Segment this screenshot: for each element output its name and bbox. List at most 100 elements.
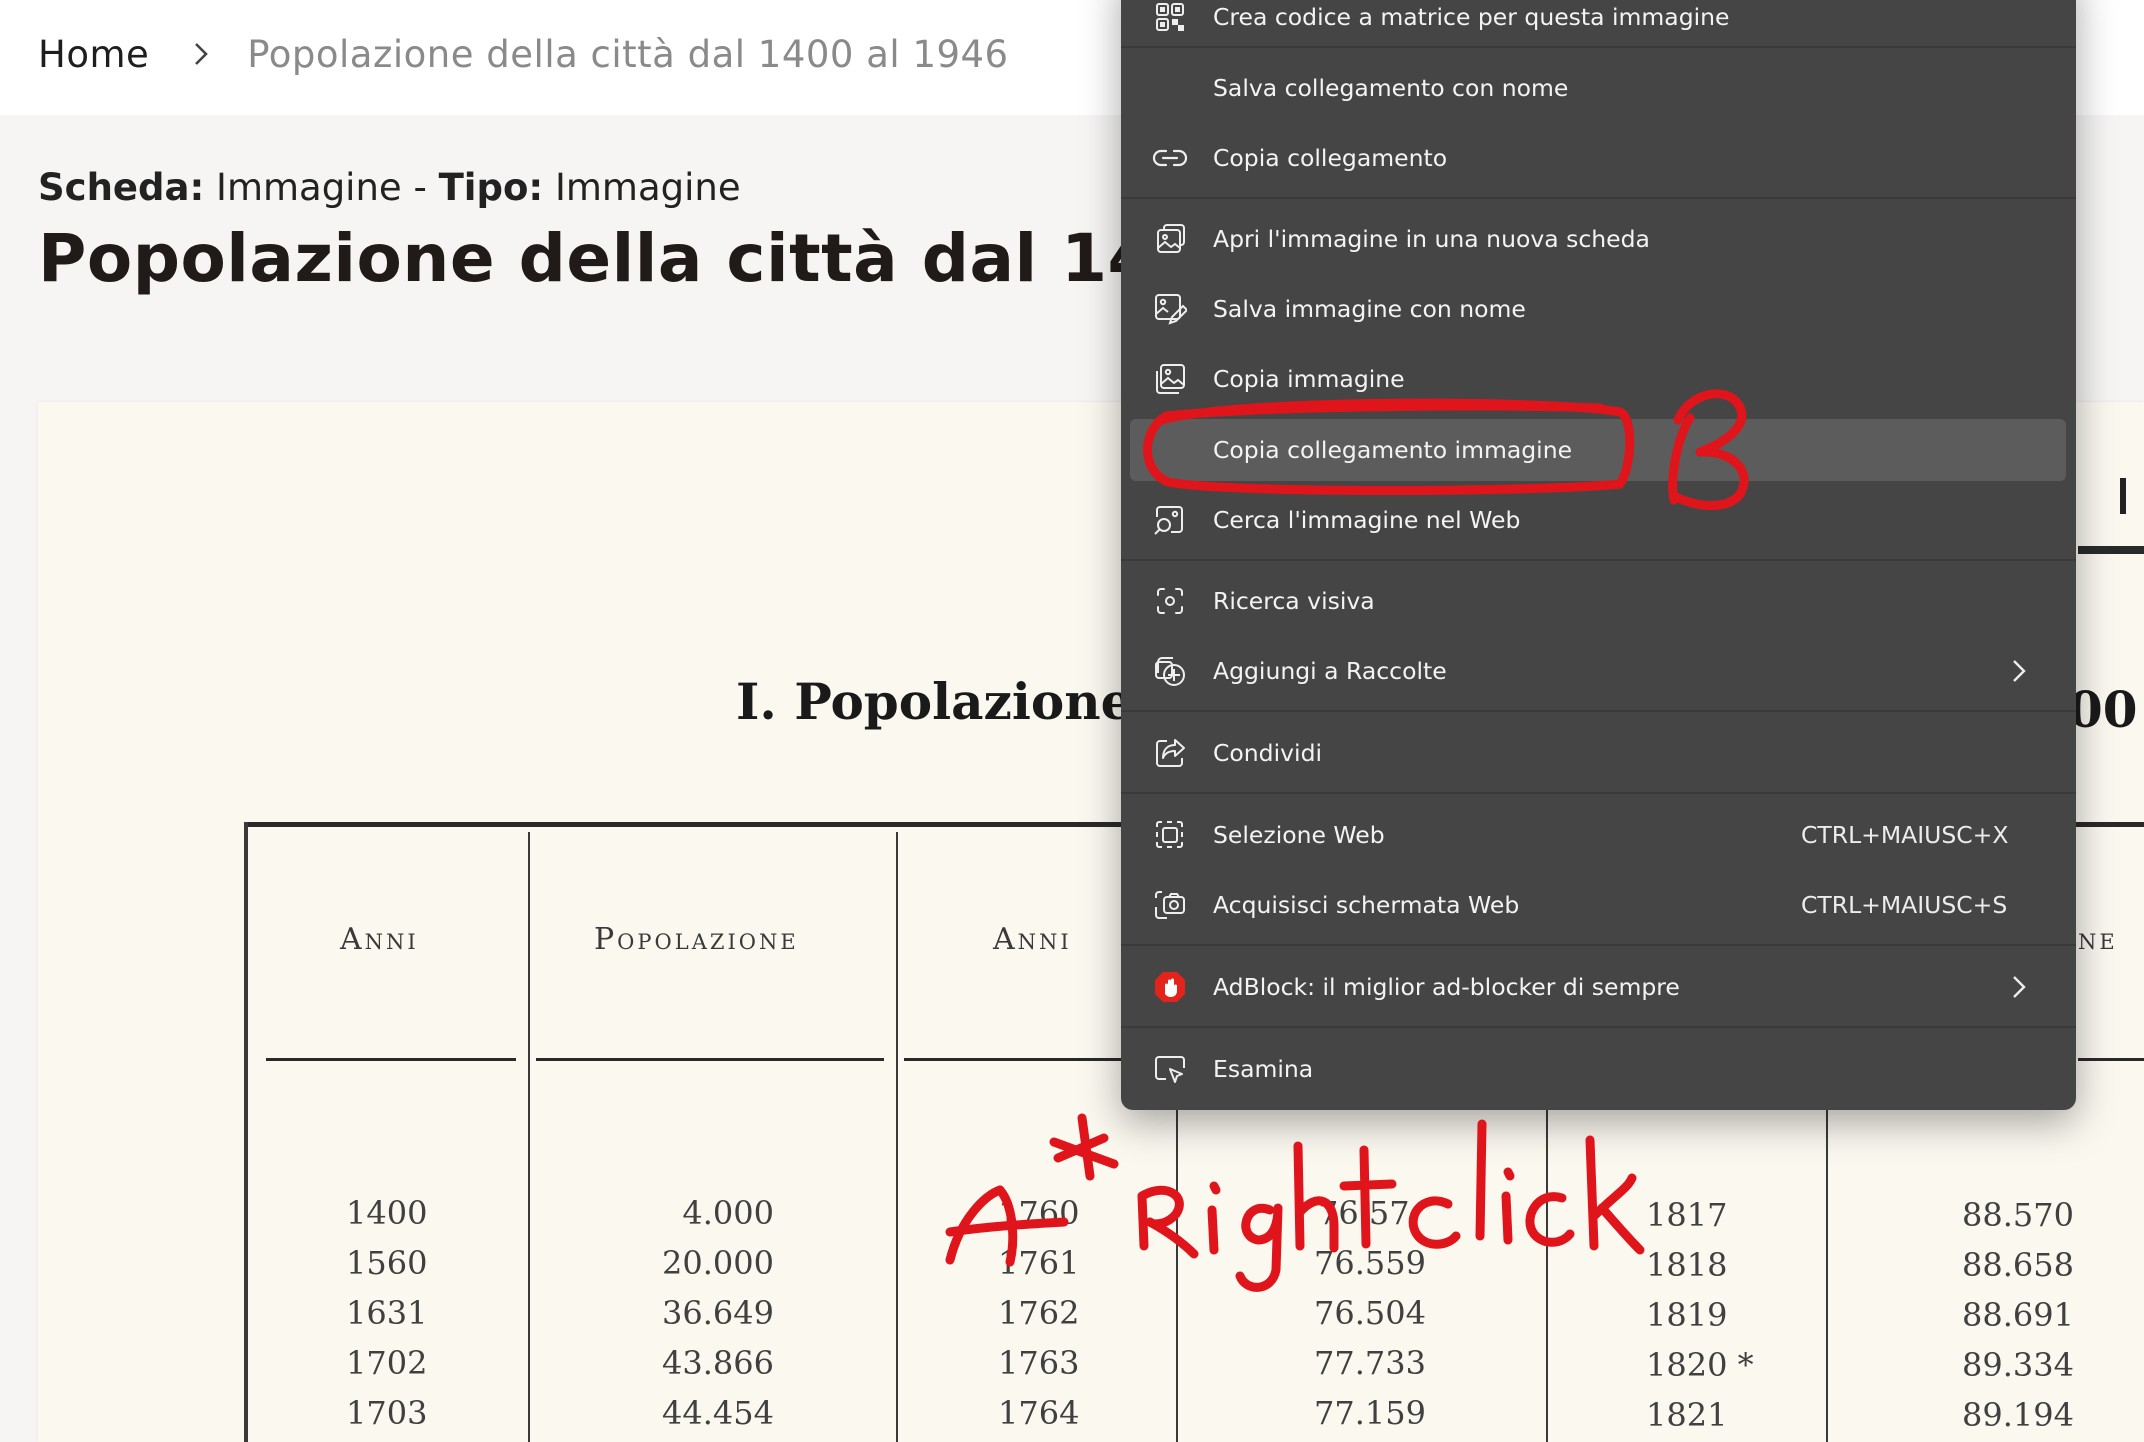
menu-item-save-link-as[interactable]: Salva collegamento con nome [1121,57,2076,119]
menu-item-label: Ricerca visiva [1213,587,1375,615]
menu-separator [1121,559,2076,561]
cell-population: 88.570 [1962,1196,2074,1234]
menu-item-label: Aggiungi a Raccolte [1213,657,1447,685]
cell-population: 88.658 [1962,1246,2074,1284]
cell-year: 1762 [998,1294,1080,1332]
menu-item-web-capture[interactable]: Acquisisci schermata Web CTRL+MAIUSC+S [1121,874,2076,936]
header-underline-1 [266,1058,516,1061]
share-icon [1151,734,1189,772]
table-col-divider-3 [1176,1102,1178,1442]
scan-title: I. Popolazione [736,672,1133,731]
cell-year: 1560 [346,1244,428,1282]
table-col-divider-5 [1826,1102,1828,1442]
cell-year: 1631 [346,1294,428,1332]
menu-item-web-select[interactable]: Selezione Web CTRL+MAIUSC+X [1121,804,2076,866]
tipo-label: Tipo: [438,166,544,209]
tipo-value: Immagine [543,166,741,209]
menu-separator [1121,710,2076,712]
cell-population: 89.334 [1962,1346,2074,1384]
menu-item-inspect[interactable]: Esamina [1121,1038,2076,1100]
menu-item-shortcut: CTRL+MAIUSC+S [1801,891,2008,919]
cell-population: 77.159 [1314,1394,1426,1432]
cell-year: 1763 [998,1344,1080,1382]
qr-code-icon [1151,0,1189,36]
menu-item-label: Copia collegamento immagine [1213,436,1573,464]
cell-year: 1703 [346,1394,428,1432]
menu-item-label: Cerca l'immagine nel Web [1213,506,1521,534]
menu-item-label: Apri l'immagine in una nuova scheda [1213,225,1650,253]
menu-item-copy-link[interactable]: Copia collegamento [1121,127,2076,189]
cell-year: 1820 * [1646,1346,1754,1384]
adblock-icon [1151,968,1189,1006]
menu-item-label: Condividi [1213,739,1323,767]
context-menu: Crea codice a matrice per questa immagin… [1121,0,2076,1110]
scheda-label: Scheda: [38,166,205,209]
scheda-value: Immagine - [204,166,439,209]
breadcrumb-home-link[interactable]: Home [38,33,149,76]
cell-year: 1760 [998,1194,1080,1232]
open-image-new-tab-icon [1151,220,1189,258]
item-meta: Scheda: Immagine - Tipo: Immagine [38,166,741,209]
menu-item-search-image-web[interactable]: Cerca l'immagine nel Web [1121,489,2076,551]
cell-year: 1821 [1646,1396,1728,1434]
cell-year: 1764 [998,1394,1080,1432]
menu-item-adblock[interactable]: AdBlock: il miglior ad-blocker di sempre [1121,956,2076,1018]
cell-year: 1761 [998,1244,1080,1282]
menu-item-visual-search[interactable]: Ricerca visiva [1121,570,2076,632]
menu-item-create-qr-code[interactable]: Crea codice a matrice per questa immagin… [1121,0,2076,48]
menu-item-label: Copia immagine [1213,365,1405,393]
table-col-divider-1 [528,832,530,1442]
cell-year: 1819 [1646,1296,1728,1334]
menu-item-add-to-collections[interactable]: Aggiungi a Raccolte [1121,640,2076,702]
web-select-icon [1151,816,1189,854]
menu-separator [1121,197,2076,199]
menu-item-share[interactable]: Condividi [1121,722,2076,784]
menu-separator [1121,1026,2076,1028]
column-header-right-fragment: ne [2078,922,2118,957]
table-left-border [244,822,248,1442]
cell-population: 20.000 [662,1244,774,1282]
menu-item-label: Selezione Web [1213,821,1385,849]
cell-population: 76.559 [1314,1244,1426,1282]
breadcrumb-current: Popolazione della città dal 1400 al 1946 [247,32,1009,76]
cell-year: 1400 [346,1194,428,1232]
menu-separator [1121,46,2076,48]
cell-population: 76.57 [1318,1194,1410,1232]
cell-population: 44.454 [662,1394,774,1432]
menu-item-label: Salva immagine con nome [1213,295,1526,323]
column-header-popolazione: Popolazione [594,922,799,957]
cell-year: 1818 [1646,1246,1728,1284]
cell-year: 1817 [1646,1196,1728,1234]
breadcrumb: Home Popolazione della città dal 1400 al… [38,26,1009,82]
cell-year: 1702 [346,1344,428,1382]
chevron-right-icon [2011,653,2035,689]
search-image-web-icon [1151,501,1189,539]
cell-population: 4.000 [682,1194,774,1232]
scan-title-right-fragment: 00 [2068,680,2138,739]
web-capture-icon [1151,886,1189,924]
menu-separator [1121,792,2076,794]
add-to-collections-icon [1151,652,1189,690]
chevron-right-icon [2011,969,2035,1005]
right-table-top-border [2078,546,2144,554]
column-header-anni: Anni [340,922,419,957]
header-underline-right [2078,1058,2144,1061]
copy-image-icon [1151,360,1189,398]
cell-population: 77.733 [1314,1344,1426,1382]
menu-separator [1121,944,2076,946]
menu-item-label: Esamina [1213,1055,1314,1083]
menu-item-open-image-new-tab[interactable]: Apri l'immagine in una nuova scheda [1121,208,2076,270]
cell-population: 43.866 [662,1344,774,1382]
column-header-anni-2: Anni [993,922,1072,957]
menu-item-label: Salva collegamento con nome [1213,74,1569,102]
table-col-divider-4 [1546,1102,1548,1442]
page-title: Popolazione della città dal 1400 [38,220,1247,297]
cell-population: 36.649 [662,1294,774,1332]
menu-item-copy-image-link[interactable]: Copia collegamento immagine [1121,419,2076,481]
menu-item-label: Copia collegamento [1213,144,1448,172]
chevron-right-icon [193,40,209,68]
menu-item-copy-image[interactable]: Copia immagine [1121,348,2076,410]
save-image-icon [1151,290,1189,328]
menu-item-label: Crea codice a matrice per questa immagin… [1213,3,1730,31]
menu-item-save-image-as[interactable]: Salva immagine con nome [1121,278,2076,340]
